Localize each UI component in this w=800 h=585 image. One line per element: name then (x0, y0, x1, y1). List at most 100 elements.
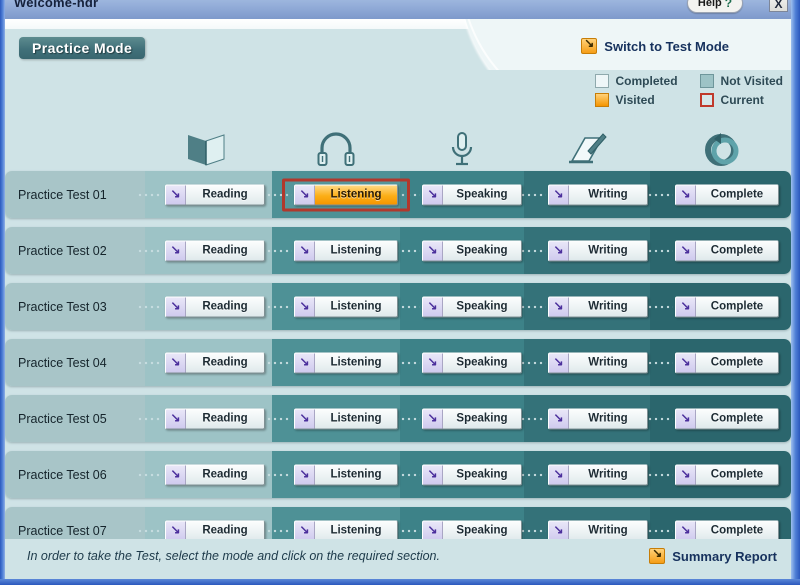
section-button-reading[interactable]: Reading (165, 464, 265, 485)
section-button-listening[interactable]: Listening (294, 184, 398, 205)
section-button-speaking[interactable]: Speaking (422, 296, 522, 317)
section-button-writing[interactable]: Writing (548, 352, 648, 373)
goto-arrow-icon (549, 297, 569, 316)
goto-arrow-icon (295, 465, 315, 484)
section-button-complete[interactable]: Complete (675, 408, 779, 429)
section-icon-cell-reading (140, 129, 272, 169)
section-button-writing[interactable]: Writing (548, 240, 648, 261)
goto-arrow-icon (549, 185, 569, 204)
section-button-complete[interactable]: Complete (675, 296, 779, 317)
help-button[interactable]: Help ? (687, 0, 743, 13)
row-label: Practice Test 05 (18, 411, 107, 426)
dotted-connector (137, 305, 163, 308)
goto-arrow-icon (295, 521, 315, 540)
microphone-icon (447, 131, 477, 167)
section-button-writing[interactable]: Writing (548, 184, 648, 205)
section-button-listening[interactable]: Listening (294, 408, 398, 429)
content-canvas: Practice Mode Switch to Test Mode Comple… (5, 19, 791, 579)
section-button-label: Listening (330, 412, 382, 425)
section-button-label: Complete (710, 356, 764, 369)
practice-mode-tab-label: Practice Mode (32, 40, 133, 56)
row-label-cell: Practice Test 03 (5, 283, 145, 330)
section-button-complete[interactable]: Complete (675, 520, 779, 541)
section-button-listening[interactable]: Listening (294, 240, 398, 261)
footer-hint-text: In order to take the Test, select the mo… (27, 549, 440, 563)
legend-item-current: Current (699, 93, 783, 107)
practice-mode-tab[interactable]: Practice Mode (19, 37, 146, 59)
section-button-complete[interactable]: Complete (675, 240, 779, 261)
row-label: Practice Test 03 (18, 299, 107, 314)
dotted-connector (520, 193, 546, 196)
goto-arrow-icon (166, 185, 186, 204)
section-button-label: Speaking (456, 300, 508, 313)
table-row: Practice Test 02 Reading Listening Speaking… (5, 227, 791, 274)
section-button-speaking[interactable]: Speaking (422, 464, 522, 485)
dotted-connector (520, 249, 546, 252)
switch-to-test-mode-link[interactable]: Switch to Test Mode (581, 36, 729, 54)
section-button-label: Listening (330, 300, 382, 313)
section-button-label: Reading (202, 188, 248, 201)
dotted-connector (647, 473, 673, 476)
goto-arrow-icon (676, 241, 696, 260)
row-label: Practice Test 06 (18, 467, 107, 482)
summary-report-link[interactable]: Summary Report (649, 546, 777, 564)
section-button-listening[interactable]: Listening (294, 464, 398, 485)
section-button-reading[interactable]: Reading (165, 184, 265, 205)
section-button-listening[interactable]: Listening (294, 520, 398, 541)
section-button-listening[interactable]: Listening (294, 352, 398, 373)
window-frame-right (791, 0, 800, 585)
section-button-label: Complete (710, 524, 764, 537)
section-button-speaking[interactable]: Speaking (422, 352, 522, 373)
section-button-writing[interactable]: Writing (548, 296, 648, 317)
section-button-complete[interactable]: Complete (675, 352, 779, 373)
section-button-reading[interactable]: Reading (165, 240, 265, 261)
section-button-label: Writing (588, 468, 628, 481)
dotted-connector (520, 361, 546, 364)
section-button-reading[interactable]: Reading (165, 520, 265, 541)
headphones-icon (316, 132, 356, 166)
section-button-writing[interactable]: Writing (548, 408, 648, 429)
section-button-complete[interactable]: Complete (675, 184, 779, 205)
dotted-connector (137, 417, 163, 420)
section-button-speaking[interactable]: Speaking (422, 520, 522, 541)
dotted-connector (520, 529, 546, 532)
section-button-writing[interactable]: Writing (548, 464, 648, 485)
dotted-connector (266, 361, 292, 364)
goto-arrow-icon (549, 409, 569, 428)
summary-report-label: Summary Report (672, 548, 777, 564)
section-button-reading[interactable]: Reading (165, 296, 265, 317)
dotted-connector (266, 529, 292, 532)
goto-arrow-icon (423, 297, 443, 316)
close-icon[interactable]: X (769, 0, 788, 12)
section-button-speaking[interactable]: Speaking (422, 408, 522, 429)
application-window: Welcome-hdr Help ? X Practice Mode Switc… (0, 0, 800, 585)
section-button-label: Listening (330, 188, 382, 201)
goto-arrow-icon (676, 297, 696, 316)
section-button-label: Speaking (456, 468, 508, 481)
legend-swatch-visited (594, 93, 609, 107)
row-label-cell: Practice Test 06 (5, 451, 145, 498)
goto-arrow-icon (676, 409, 696, 428)
row-label-cell: Practice Test 02 (5, 227, 145, 274)
goto-arrow-icon (166, 465, 186, 484)
goto-arrow-icon (166, 521, 186, 540)
section-button-label: Listening (330, 356, 382, 369)
section-button-speaking[interactable]: Speaking (422, 240, 522, 261)
section-button-writing[interactable]: Writing (548, 520, 648, 541)
goto-arrow-icon (549, 465, 569, 484)
section-button-label: Listening (330, 244, 382, 257)
row-label-cell: Practice Test 04 (5, 339, 145, 386)
section-button-listening[interactable]: Listening (294, 296, 398, 317)
goto-arrow-icon (295, 297, 315, 316)
goto-arrow-icon (423, 353, 443, 372)
section-button-reading[interactable]: Reading (165, 408, 265, 429)
section-button-label: Speaking (456, 412, 508, 425)
question-mark-icon: ? (724, 0, 733, 10)
row-label: Practice Test 04 (18, 355, 107, 370)
section-button-speaking[interactable]: Speaking (422, 184, 522, 205)
section-button-label: Writing (588, 244, 628, 257)
section-button-label: Reading (202, 524, 248, 537)
section-button-reading[interactable]: Reading (165, 352, 265, 373)
section-button-complete[interactable]: Complete (675, 464, 779, 485)
dotted-connector (266, 417, 292, 420)
